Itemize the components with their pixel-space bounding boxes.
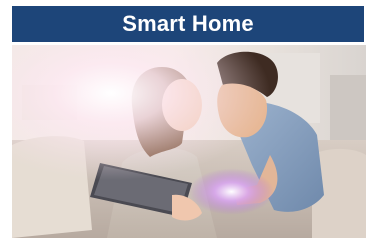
banner-title: Smart Home: [122, 11, 254, 36]
photo-illustration: [12, 45, 366, 238]
smart-home-card: Smart Home: [0, 0, 376, 242]
title-banner: Smart Home: [12, 6, 364, 42]
couple-tablet-photo: [12, 45, 366, 238]
